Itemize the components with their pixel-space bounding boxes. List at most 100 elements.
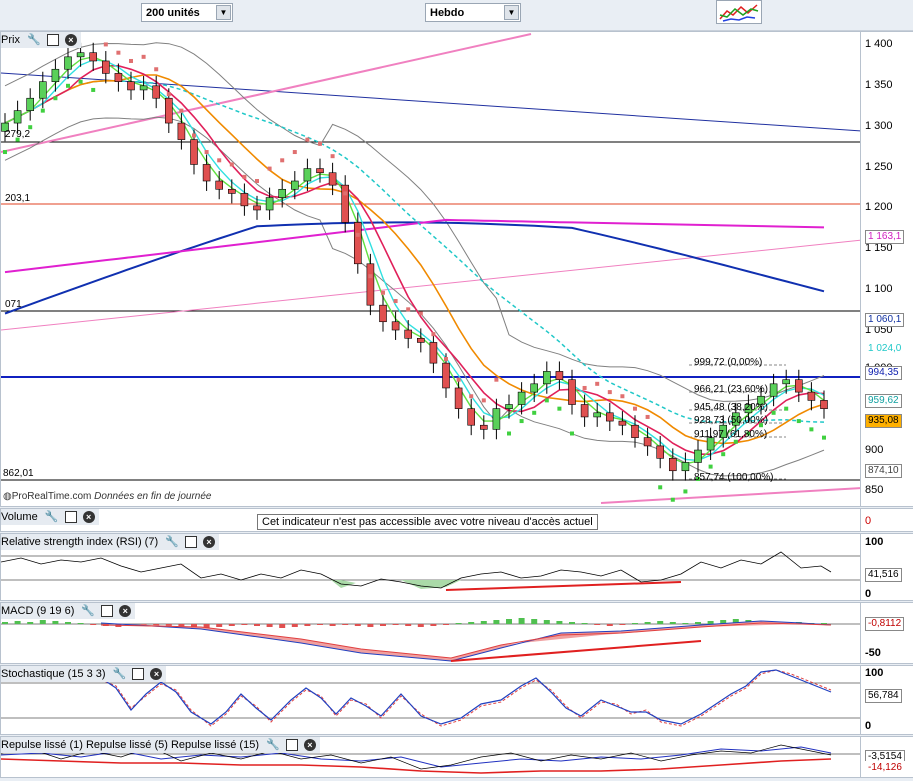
candle-body [240,193,249,207]
candle-body [454,387,463,409]
candle-body [492,408,501,430]
left-label: 071 [5,299,22,310]
sar-dot [418,311,423,316]
window-icon[interactable] [101,605,114,618]
left-label: 279,2 [5,129,31,140]
sar-dot [179,108,184,113]
trendline [1,239,860,331]
candle-body [631,424,639,438]
chevron-down-icon[interactable]: ▼ [216,5,231,20]
price-panel: Prix 🔧 × 279,2 203,1 071 862,01 999,72 (… [0,31,861,507]
sar-dot [154,67,159,72]
macd-bar [417,624,424,627]
window-icon[interactable] [46,34,59,47]
sar-dot [444,356,448,361]
sar-dot [53,96,58,101]
candle-body [127,81,135,91]
rsi-value-tag: 41,516 [865,568,902,582]
window-icon[interactable] [184,536,197,549]
close-icon[interactable]: × [303,739,316,752]
units-select[interactable]: 200 unités ▼ [141,3,233,22]
candle-body [139,85,148,91]
candle-body [228,188,236,194]
sar-dot [570,431,574,436]
period-select[interactable]: Hebdo ▼ [425,3,521,22]
y-tick: 0 [865,515,872,527]
candle-body [605,412,614,422]
chart-indicators-icon[interactable] [716,0,762,24]
chevron-down-icon[interactable]: ▼ [504,5,519,20]
macd-bar [493,620,500,624]
macd-bar [821,623,827,624]
sar-dot [620,394,625,399]
fib-label: 857,74 (100,00%) [694,472,774,483]
macd-bar [531,619,538,624]
ma-100 [4,218,825,274]
sar-dot [255,179,259,184]
macd-bar [266,624,273,627]
candle-body [656,445,665,459]
candle-body [114,73,123,82]
wrench-icon[interactable]: 🔧 [81,603,95,619]
wrench-icon[interactable]: 🔧 [266,737,280,753]
close-icon[interactable]: × [64,34,77,47]
y-tick: 1 200 [865,201,893,213]
candle-body [643,437,652,447]
sar-dot [116,50,121,55]
sar-dot [355,232,360,237]
candle-body [316,168,324,174]
sar-dot [481,398,486,403]
candle-body [769,383,778,397]
y-tick: -50 [865,647,881,659]
candle-body [479,424,488,430]
sar-dot [607,390,612,395]
window-icon[interactable] [64,511,77,524]
macd-bar [443,624,449,625]
sar-dot [771,410,776,415]
sar-dot [784,406,789,411]
candle-body [366,263,375,306]
candle-body [782,379,791,385]
macd-bar [619,624,626,625]
macd-bar [468,622,475,624]
macd-bar [569,622,575,624]
y-tick: 1 250 [865,161,893,173]
signal-line [100,622,832,659]
window-icon[interactable] [285,739,298,752]
macd-bar [291,624,298,627]
wrench-icon[interactable]: 🔧 [165,534,179,550]
sar-dot [318,141,322,146]
macd-bar [342,624,349,625]
volume-panel-title: Volume [1,511,38,523]
close-icon[interactable]: × [82,511,95,524]
y-tick: 100 [865,667,884,679]
candle-body [593,412,602,418]
chart-indicators-glyph [719,4,759,22]
candle-body [807,391,816,401]
close-icon[interactable]: × [150,668,163,681]
repulse-panel-title: Repulse lissé (1) Repulse lissé (5) Repu… [1,739,259,751]
macd-bar [405,624,412,626]
sar-dot [544,398,549,403]
y-tick: 900 [865,444,884,456]
sar-dot [217,158,222,163]
wrench-icon[interactable]: 🔧 [113,666,127,682]
price-axis: 1 400 1 350 1 300 1 250 1 200 1 150 1 10… [861,31,913,507]
macd-bar [367,624,374,627]
toolbar: 200 unités ▼ Hebdo ▼ [0,0,913,31]
window-icon[interactable] [132,668,145,681]
candle-body [278,188,287,198]
candle-body [353,222,362,265]
close-icon[interactable]: × [119,605,132,618]
sar-dot [78,79,83,84]
wrench-icon[interactable]: 🔧 [27,32,41,48]
footer-note: Données en fin de journée [94,491,212,502]
y-tick: 1 300 [865,120,893,132]
close-icon[interactable]: × [203,536,216,549]
stoch-panel-title: Stochastique (15 3 3) [1,668,106,680]
sar-dot [708,464,713,469]
sar-dot [733,439,738,444]
wrench-icon[interactable]: 🔧 [45,509,59,525]
candle-body [165,97,173,124]
left-label: 862,01 [3,468,34,479]
